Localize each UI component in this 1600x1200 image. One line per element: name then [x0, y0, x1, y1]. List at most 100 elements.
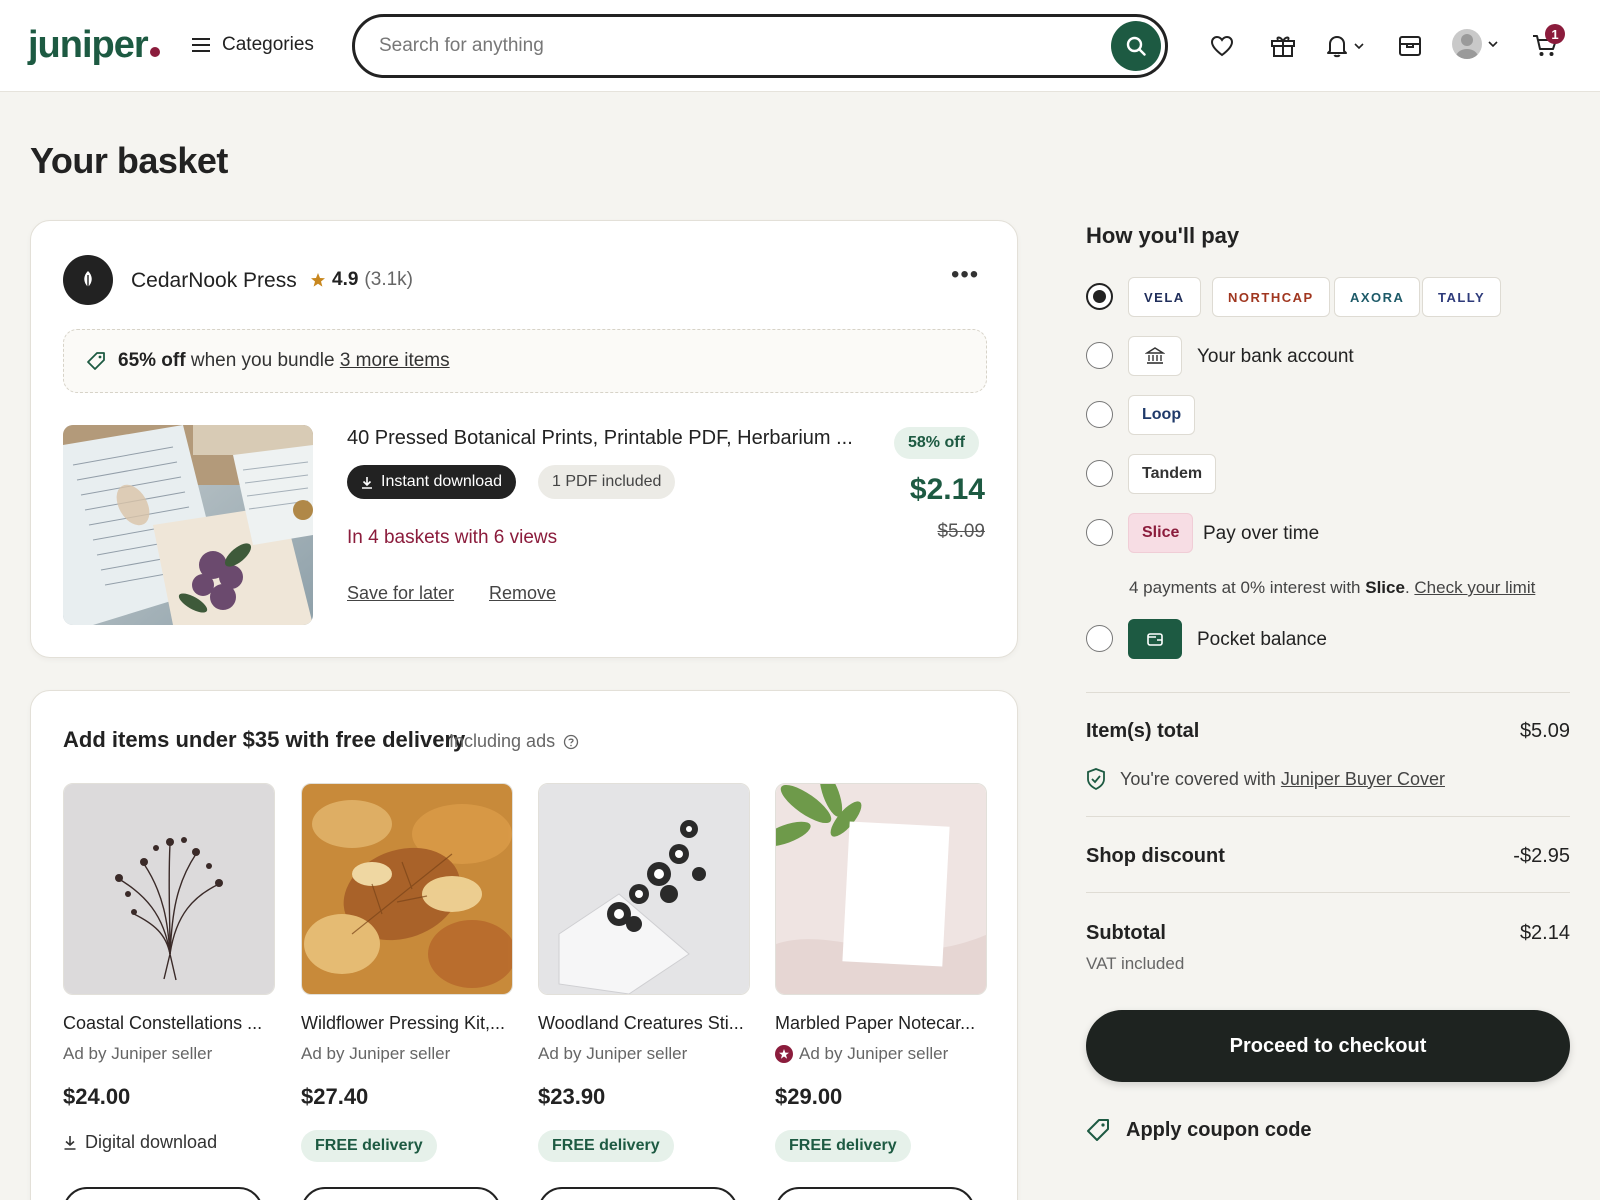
wallet-icon — [1147, 633, 1163, 646]
product-image[interactable] — [63, 425, 313, 625]
cart-count-badge: 1 — [1545, 24, 1565, 44]
product-title[interactable]: 40 Pressed Botanical Prints, Printable P… — [347, 427, 853, 450]
recommendation-image[interactable] — [538, 783, 750, 995]
discount-badge: 58% off — [894, 427, 979, 459]
pocket-icon-box — [1128, 619, 1182, 659]
search-bar — [352, 14, 1168, 78]
recommendations-title: Add items under $35 with free delivery — [63, 727, 466, 752]
pocket-balance-label: Pocket balance — [1197, 629, 1327, 650]
card-brand-northcap: NORTHCAP — [1212, 277, 1330, 317]
buyer-cover-note: You're covered with Juniper Buyer Cover — [1086, 768, 1445, 790]
bank-icon-box — [1128, 336, 1182, 376]
top-header: juniper Categories 1 — [0, 0, 1600, 92]
download-icon — [64, 1136, 76, 1150]
recommendation-image[interactable] — [775, 783, 987, 995]
pay-over-time-label: Pay over time — [1203, 523, 1320, 544]
download-icon — [362, 476, 372, 489]
account-menu[interactable] — [1452, 29, 1498, 59]
ad-label: Ad by Juniper seller — [301, 1044, 451, 1063]
payment-radio-pocket[interactable] — [1086, 625, 1113, 652]
recommendation-image[interactable] — [301, 783, 513, 995]
card-brand-tally: TALLY — [1422, 277, 1502, 317]
avatar — [1452, 29, 1482, 59]
payment-radio-slice[interactable] — [1086, 519, 1113, 546]
recommendation-name[interactable]: Wildflower Pressing Kit,... — [301, 1013, 513, 1034]
heart-icon — [1210, 35, 1234, 57]
card-brand-vela: VELA — [1128, 277, 1201, 317]
payment-radio-tandem[interactable] — [1086, 460, 1113, 487]
pdf-included-tag: 1 PDF included — [538, 465, 676, 499]
shield-check-icon — [1087, 768, 1105, 790]
pressed-leaves-image — [302, 784, 512, 994]
divider — [1086, 892, 1570, 893]
search-button[interactable] — [1111, 21, 1161, 71]
star-icon — [311, 273, 325, 287]
slice-note: 4 payments at 0% interest with Slice. Ch… — [1129, 578, 1536, 597]
pressed-flower-image — [64, 784, 274, 994]
bundle-link[interactable]: 3 more items — [340, 350, 450, 371]
buyer-cover-link[interactable]: Juniper Buyer Cover — [1281, 769, 1445, 789]
shop-discount-value: -$2.95 — [1513, 845, 1570, 867]
tandem-logo: Tandem — [1128, 454, 1217, 494]
payment-title: How you'll pay — [1086, 223, 1240, 248]
stickers-image — [539, 784, 749, 994]
recommendation-name[interactable]: Marbled Paper Notecar... — [775, 1013, 987, 1034]
shop-name[interactable]: CedarNook Press — [131, 269, 297, 293]
add-to-basket-button[interactable] — [775, 1187, 975, 1200]
recommendation-price: $24.00 — [63, 1084, 131, 1109]
categories-label: Categories — [222, 34, 314, 55]
save-for-later-link[interactable]: Save for later — [347, 583, 454, 604]
chevron-down-icon — [1488, 41, 1498, 47]
categories-button[interactable]: Categories — [192, 34, 314, 56]
subtotal-value: $2.14 — [1519, 922, 1570, 944]
notifications-button[interactable] — [1326, 32, 1364, 60]
shop-basket-card: CedarNook Press 4.9 (3.1k) ••• 65% off w… — [30, 220, 1018, 658]
payment-radio-cards[interactable] — [1086, 283, 1113, 310]
add-to-basket-button[interactable] — [63, 1187, 263, 1200]
ad-label: Ad by Juniper seller — [63, 1044, 213, 1063]
proceed-to-checkout-button[interactable]: Proceed to checkout — [1086, 1010, 1570, 1082]
tag-icon — [1087, 1119, 1109, 1141]
check-limit-link[interactable]: Check your limit — [1414, 578, 1535, 597]
page-title: Your basket — [30, 140, 228, 181]
recommendation-price: $23.90 — [538, 1084, 606, 1109]
add-to-basket-button[interactable] — [538, 1187, 738, 1200]
tag-icon — [87, 352, 105, 370]
bank-icon — [1145, 347, 1165, 364]
add-to-basket-button[interactable] — [301, 1187, 501, 1200]
shop-rating: 4.9 (3.1k) — [310, 269, 413, 291]
gift-icon — [1271, 36, 1295, 57]
recommendation-name[interactable]: Woodland Creatures Sti... — [538, 1013, 750, 1034]
help-icon — [563, 734, 579, 749]
recommendation-item[interactable]: Marbled Paper Notecar... Ad by Juniper s… — [775, 783, 987, 1162]
search-icon — [1126, 36, 1146, 56]
ad-label: Ad by Juniper seller — [775, 1044, 987, 1064]
recommendation-item[interactable]: Woodland Creatures Sti... Ad by Juniper … — [538, 783, 750, 1162]
vat-note: VAT included — [1086, 954, 1185, 973]
chevron-down-icon — [1354, 43, 1364, 49]
payment-radio-bank[interactable] — [1086, 342, 1113, 369]
remove-link[interactable]: Remove — [489, 583, 556, 604]
shop-logo[interactable] — [63, 255, 113, 305]
recommendation-name[interactable]: Coastal Constellations ... — [63, 1013, 275, 1034]
juniper-logo[interactable]: juniper — [28, 24, 160, 67]
more-options-button[interactable]: ••• — [951, 261, 979, 289]
rating-count: (3.1k) — [364, 269, 413, 290]
bell-icon — [1327, 36, 1347, 58]
payment-radio-loop[interactable] — [1086, 401, 1113, 428]
recommendation-item[interactable]: Coastal Constellations ... Ad by Juniper… — [63, 783, 275, 1153]
shop-icon — [1399, 36, 1421, 56]
favorites-button[interactable] — [1210, 32, 1234, 60]
recommendation-image[interactable] — [63, 783, 275, 995]
star-seller-icon — [775, 1045, 793, 1063]
search-input[interactable] — [379, 31, 1079, 61]
shop-manager-button[interactable] — [1398, 32, 1422, 60]
including-ads-label[interactable]: Including ads — [449, 731, 579, 752]
item-original-price: $5.09 — [937, 521, 985, 542]
free-delivery-badge: FREE delivery — [538, 1130, 674, 1162]
recommendation-item[interactable]: Wildflower Pressing Kit,... Ad by Junipe… — [301, 783, 513, 1162]
gift-button[interactable] — [1270, 32, 1296, 60]
loop-logo: Loop — [1128, 395, 1196, 435]
apply-coupon-button[interactable]: Apply coupon code — [1086, 1118, 1312, 1142]
menu-icon — [192, 38, 210, 52]
